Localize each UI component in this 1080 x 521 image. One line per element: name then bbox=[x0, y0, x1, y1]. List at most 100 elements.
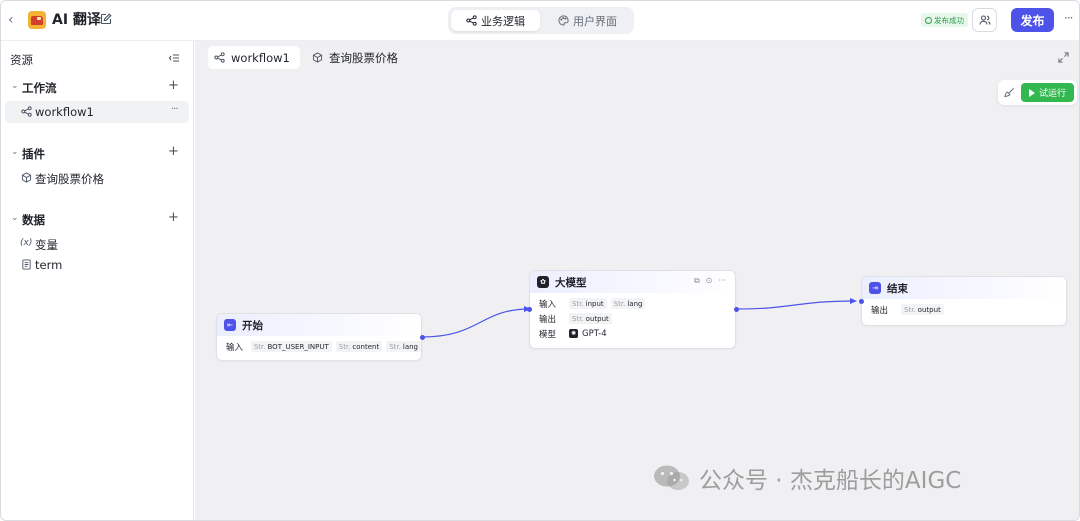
sidebar-item-variables[interactable]: (x) 变量 bbox=[5, 233, 189, 255]
brush-icon[interactable] bbox=[1004, 87, 1015, 98]
output-port[interactable] bbox=[734, 307, 739, 312]
cube-icon bbox=[312, 52, 323, 63]
output-port[interactable] bbox=[420, 335, 425, 340]
users-icon bbox=[978, 15, 991, 25]
node-title: 大模型 bbox=[555, 277, 587, 289]
tab-workflow1[interactable]: workflow1 bbox=[208, 46, 300, 69]
edge-start-to-llm bbox=[421, 308, 531, 338]
item-more-icon[interactable]: ··· bbox=[171, 104, 178, 115]
collapse-sidebar-icon[interactable] bbox=[168, 52, 180, 64]
more-options-icon[interactable]: ··· bbox=[1064, 11, 1074, 25]
add-workflow-icon[interactable]: + bbox=[168, 78, 179, 93]
chevron-down-icon: ⌄ bbox=[11, 81, 19, 91]
tab-workflow1-label: workflow1 bbox=[231, 50, 290, 65]
param-chip: Str. lang bbox=[386, 341, 421, 352]
palette-icon bbox=[558, 15, 569, 26]
sidebar-item-label: workflow1 bbox=[35, 105, 94, 119]
input-label: 输入 bbox=[226, 342, 244, 353]
section-plugins-label: 插件 bbox=[22, 147, 45, 161]
tab-business-logic-label: 业务逻辑 bbox=[481, 14, 525, 28]
input-label: 输入 bbox=[539, 299, 557, 310]
cube-icon bbox=[21, 172, 32, 183]
node-more-icon[interactable]: ··· bbox=[718, 276, 726, 286]
chevron-down-icon: ⌄ bbox=[11, 147, 19, 157]
input-port[interactable] bbox=[859, 299, 864, 304]
sidebar-item-term[interactable]: term bbox=[5, 254, 189, 276]
tab-user-interface-label: 用户界面 bbox=[573, 14, 617, 28]
sidebar-item-label: 查询股票价格 bbox=[35, 172, 104, 186]
tab-stock-price-label: 查询股票价格 bbox=[329, 50, 398, 65]
workflow-canvas[interactable]: workflow1 查询股票价格 试运行 ⇤ 开始 输入 Str. BOT_US… bbox=[195, 41, 1079, 520]
model-name: GPT-4 bbox=[582, 328, 607, 339]
app-title: AI 翻译 bbox=[52, 12, 101, 28]
node-header: ⇥ 结束 bbox=[862, 277, 1066, 299]
param-chip: Str. output bbox=[901, 304, 944, 315]
publish-status-badge: 发布成功 bbox=[921, 13, 968, 27]
node-model-row: 模型 ✺ GPT-4 bbox=[530, 326, 735, 341]
canvas-toolbox: 试运行 bbox=[998, 80, 1077, 105]
param-chip: Str. lang bbox=[610, 298, 646, 309]
param-chip: Str. content bbox=[335, 341, 383, 352]
collaborators-button[interactable] bbox=[972, 8, 997, 32]
node-title: 开始 bbox=[242, 320, 263, 332]
flow-icon bbox=[466, 15, 477, 26]
check-circle-icon bbox=[925, 16, 932, 24]
node-outputs-row: 输出 Str. output bbox=[530, 311, 735, 326]
node-header: ✿ 大模型 ⧉ ⊙ ··· bbox=[530, 271, 735, 293]
resource-sidebar: 资源 ⌄ 工作流 + workflow1 ··· ⌄ 插件 + 查询股票价格 ⌄… bbox=[1, 41, 194, 520]
test-run-label: 试运行 bbox=[1038, 89, 1066, 99]
top-bar: ‹ AI 翻译 业务逻辑 用户界面 发布成功 发布 ··· bbox=[1, 1, 1079, 41]
edge-llm-to-end bbox=[735, 300, 856, 310]
arrowhead bbox=[850, 298, 857, 304]
section-data-label: 数据 bbox=[22, 213, 45, 227]
test-run-button[interactable]: 试运行 bbox=[1021, 83, 1074, 102]
start-icon: ⇤ bbox=[224, 319, 236, 331]
llm-icon: ✿ bbox=[537, 276, 549, 288]
node-inputs-row: 输入 Str. input Str. lang bbox=[530, 296, 735, 311]
workflow-icon bbox=[214, 52, 225, 63]
node-end[interactable]: ⇥ 结束 输出 Str. output bbox=[861, 276, 1067, 326]
play-icon bbox=[1028, 88, 1035, 97]
sidebar-title: 资源 bbox=[10, 53, 33, 67]
variable-icon: (x) bbox=[20, 238, 33, 248]
chevron-down-icon: ⌄ bbox=[11, 213, 19, 223]
document-icon bbox=[22, 259, 31, 270]
openai-icon: ✺ bbox=[569, 329, 578, 338]
view-switcher: 业务逻辑 用户界面 bbox=[448, 7, 634, 34]
back-icon[interactable]: ‹ bbox=[8, 12, 20, 28]
tab-business-logic[interactable]: 业务逻辑 bbox=[451, 10, 540, 31]
node-llm[interactable]: ✿ 大模型 ⧉ ⊙ ··· 输入 Str. input Str. lang 输出 S… bbox=[529, 270, 736, 349]
app-logo bbox=[28, 11, 46, 29]
copy-icon[interactable]: ⧉ bbox=[694, 276, 700, 286]
node-start[interactable]: ⇤ 开始 输入 Str. BOT_USER_INPUT Str. content S… bbox=[216, 313, 422, 361]
tab-user-interface[interactable]: 用户界面 bbox=[544, 10, 631, 31]
sidebar-item-label: 变量 bbox=[35, 238, 58, 252]
node-header: ⇤ 开始 bbox=[217, 314, 421, 336]
section-plugins[interactable]: ⌄ 插件 + bbox=[1, 143, 193, 165]
publish-button[interactable]: 发布 bbox=[1011, 8, 1054, 32]
expand-icon[interactable] bbox=[1058, 52, 1069, 63]
app-window: ‹ AI 翻译 业务逻辑 用户界面 发布成功 发布 ··· 资源 ⌄ 工作流 +… bbox=[0, 0, 1080, 521]
add-plugin-icon[interactable]: + bbox=[168, 144, 179, 159]
section-workflow[interactable]: ⌄ 工作流 + bbox=[1, 77, 193, 99]
node-inputs-row: 输入 Str. BOT_USER_INPUT Str. content Str. la… bbox=[217, 339, 421, 354]
sidebar-item-workflow1[interactable]: workflow1 ··· bbox=[5, 101, 189, 123]
node-header-actions: ⧉ ⊙ ··· bbox=[694, 276, 726, 286]
workflow-icon bbox=[21, 106, 32, 117]
end-icon: ⇥ bbox=[869, 282, 881, 294]
output-label: 输出 bbox=[539, 314, 557, 325]
section-data[interactable]: ⌄ 数据 + bbox=[1, 209, 193, 231]
param-chip: Str. output bbox=[569, 313, 612, 324]
param-chip: Str. BOT_USER_INPUT bbox=[250, 341, 332, 352]
publish-status-text: 发布成功 bbox=[934, 15, 964, 25]
edit-icon[interactable] bbox=[100, 13, 112, 25]
sidebar-item-stock-price[interactable]: 查询股票价格 bbox=[5, 167, 189, 189]
sidebar-item-label: term bbox=[35, 258, 63, 272]
input-port[interactable] bbox=[527, 307, 532, 312]
add-data-icon[interactable]: + bbox=[168, 210, 179, 225]
model-label: 模型 bbox=[539, 329, 557, 340]
node-outputs-row: 输出 Str. output bbox=[862, 302, 1066, 317]
settings-icon[interactable]: ⊙ bbox=[706, 276, 713, 286]
output-label: 输出 bbox=[871, 305, 889, 316]
tab-stock-price[interactable]: 查询股票价格 bbox=[312, 46, 398, 69]
